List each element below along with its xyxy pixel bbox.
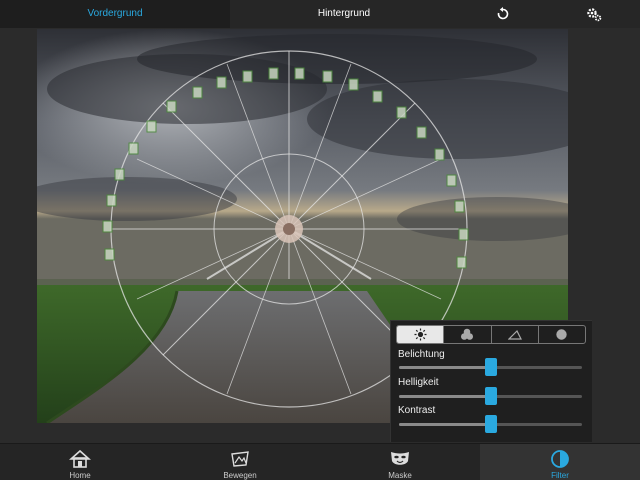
filter-mode-light[interactable] (397, 326, 445, 343)
color-circles-icon (461, 328, 474, 340)
top-bar: Vordergrund Hintergrund (0, 0, 640, 28)
triangle-icon (507, 329, 522, 340)
circle-icon (556, 329, 568, 340)
exposure-slider[interactable] (399, 358, 582, 376)
brightness-slider[interactable] (399, 387, 582, 405)
nav-mask[interactable]: Maske (320, 444, 480, 480)
nav-filter[interactable]: Filter (480, 444, 640, 480)
nav-move-label: Bewegen (223, 471, 257, 480)
settings-button[interactable] (580, 0, 608, 28)
brightness-slider-fill (399, 395, 491, 398)
exposure-label: Belichtung (398, 349, 445, 360)
contrast-slider[interactable] (399, 415, 582, 433)
nav-move[interactable]: Bewegen (160, 444, 320, 480)
bottom-nav: Home Bewegen Maske Filter (0, 443, 640, 480)
undo-button[interactable] (489, 0, 517, 28)
filter-mode-selector (396, 325, 586, 344)
nav-filter-label: Filter (551, 471, 569, 480)
home-icon (69, 449, 91, 468)
sun-icon (414, 328, 427, 341)
tab-background[interactable]: Hintergrund (230, 0, 458, 28)
exposure-slider-thumb[interactable] (484, 358, 497, 376)
contrast-slider-thumb[interactable] (484, 415, 497, 433)
filter-icon (551, 450, 569, 468)
nav-home-label: Home (69, 471, 91, 480)
move-icon (231, 451, 249, 467)
tab-foreground[interactable]: Vordergrund (0, 0, 230, 28)
contrast-slider-fill (399, 423, 491, 426)
exposure-slider-fill (399, 366, 491, 369)
mask-icon (391, 452, 409, 465)
gears-icon (587, 8, 602, 22)
filter-mode-vignette[interactable] (539, 326, 585, 343)
undo-icon (497, 7, 509, 20)
brightness-slider-thumb[interactable] (484, 387, 497, 405)
nav-home[interactable]: Home (0, 444, 160, 480)
brightness-label: Helligkeit (398, 377, 439, 388)
filter-panel: Belichtung Helligkeit Kontrast (390, 320, 592, 442)
contrast-label: Kontrast (398, 405, 436, 416)
filter-mode-color[interactable] (444, 326, 492, 343)
filter-mode-gradient[interactable] (492, 326, 539, 343)
nav-mask-label: Maske (388, 471, 412, 480)
